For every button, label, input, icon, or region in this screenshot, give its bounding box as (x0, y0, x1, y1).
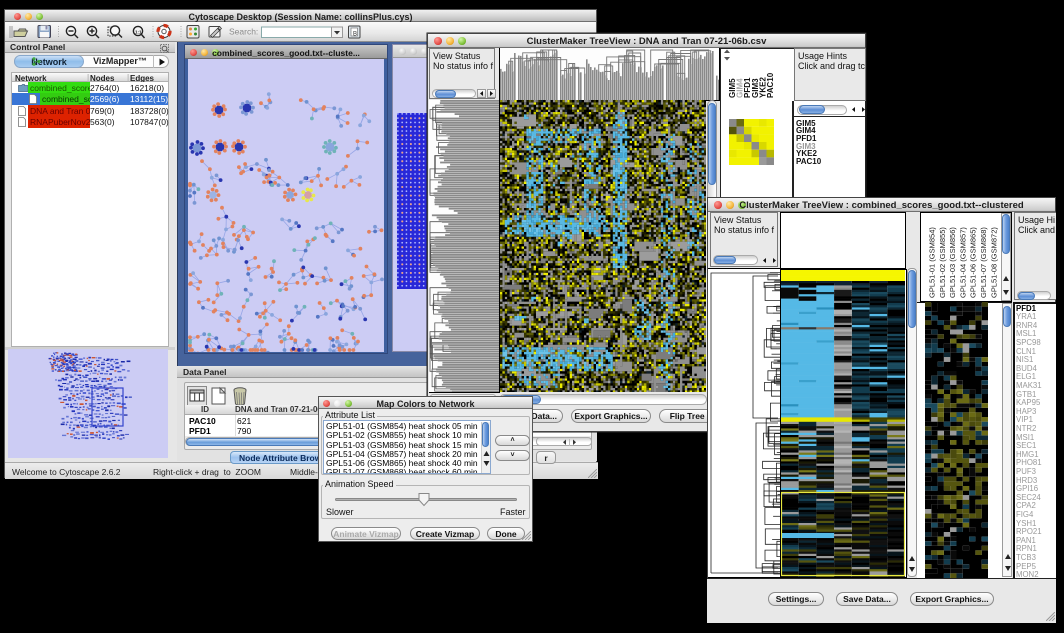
svg-text:GPL51-08 (GSM872): GPL51-08 (GSM872) (989, 227, 998, 298)
svg-text:GPL51-03 (GSM856): GPL51-03 (GSM856) (948, 227, 957, 298)
svg-text:GPL51-01 (GSM854): GPL51-01 (GSM854) (928, 227, 937, 298)
svg-text:GPL51-06 (GSM865): GPL51-06 (GSM865) (969, 227, 978, 298)
svg-text:GPL51-02 (GSM855): GPL51-02 (GSM855) (938, 227, 947, 298)
svg-text:PAC10: PAC10 (766, 72, 775, 98)
svg-text:1:1: 1:1 (135, 30, 142, 35)
svg-text:B: B (353, 32, 357, 38)
svg-text:GPL51-07 (GSM868): GPL51-07 (GSM868) (979, 227, 988, 298)
svg-text:GPL51-04 (GSM857): GPL51-04 (GSM857) (958, 227, 967, 298)
svg-text:Search:: Search: (229, 27, 258, 37)
